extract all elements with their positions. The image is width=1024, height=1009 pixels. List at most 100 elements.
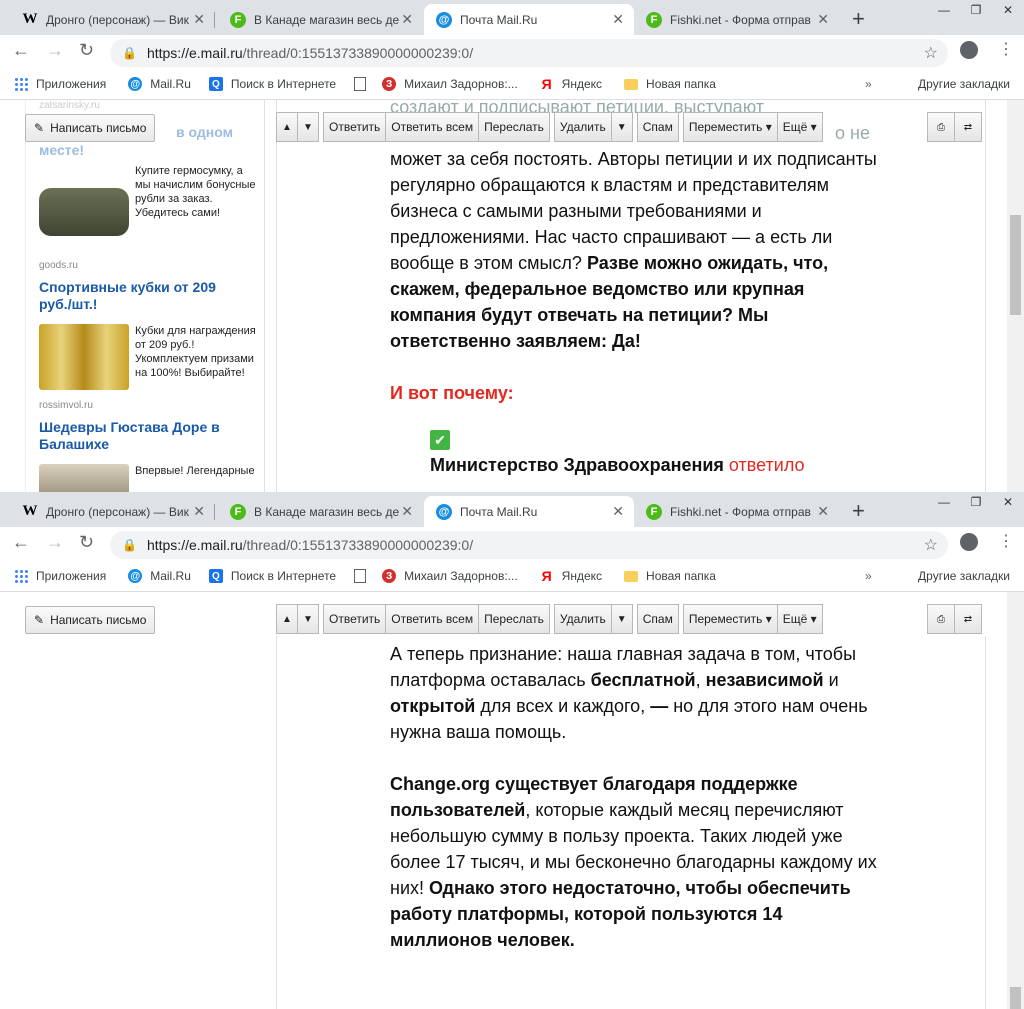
mail-toolbar: ▲ ▼ Ответить Ответить всем Переслать Уда… [276,112,823,144]
close-tab-icon[interactable]: ✕ [401,11,413,28]
tab-wikipedia[interactable]: W Дронго (персонаж) — Вик ✕ [10,496,215,527]
next-message-icon[interactable]: ▼ [297,604,319,634]
convert-icon[interactable]: ⇄ [954,112,982,142]
fishki-icon: F [646,503,662,520]
bookmark-star-icon[interactable]: ☆ [924,535,938,555]
reply-all-button[interactable]: Ответить всем [385,112,480,142]
print-icon[interactable]: ⎙ [927,112,955,142]
forward-button[interactable]: Переслать [478,112,550,142]
url-bar[interactable]: 🔒 https://e.mail.ru/thread/0:15513733890… [110,531,948,559]
bookmark-star-icon[interactable]: ☆ [924,43,938,63]
reply-all-button[interactable]: Ответить всем [385,604,480,634]
delete-dropdown-icon[interactable]: ▼ [610,604,633,634]
scrollbar-thumb[interactable] [1010,215,1021,315]
close-window-icon[interactable]: ✕ [992,492,1024,512]
bookmark-new-folder[interactable]: Новая папка [624,77,716,91]
minimize-icon[interactable]: — [928,492,960,512]
minimize-icon[interactable]: — [928,0,960,20]
message-body-bottom: А теперь признание: наша главная задача … [390,644,877,950]
forward-button[interactable]: Переслать [478,604,550,634]
spam-button[interactable]: Спам [636,112,679,142]
account-avatar-icon[interactable] [960,41,978,59]
spam-button[interactable]: Спам [636,604,679,634]
bookmark-page[interactable] [354,77,374,91]
back-icon[interactable]: ← [12,40,30,61]
ad-drybag[interactable]: zatsarinsky.ru в одном месте! Купите гер… [39,100,259,236]
tab-mailru[interactable]: @ Почта Mail.Ru ✕ [424,496,634,527]
prev-message-icon[interactable]: ▲ [276,604,298,634]
delete-button[interactable]: Удалить [553,112,612,142]
close-tab-icon[interactable]: ✕ [817,503,829,520]
back-icon[interactable]: ← [12,532,30,553]
bookmark-other[interactable]: Другие закладки [910,77,1010,91]
ad-dore[interactable]: rossimvol.ru Шедевры Гюстава Доре в Бала… [39,400,259,492]
close-tab-icon[interactable]: ✕ [193,503,205,520]
search-icon: Q [208,569,223,583]
page-scrollbar[interactable] [1007,592,1024,1009]
mail-content: ✎ Написать письмо А теперь признание: наш… [0,592,1024,1009]
bookmark-yandex[interactable]: Я Яндекс [540,76,602,92]
close-tab-icon[interactable]: ✕ [401,503,413,520]
bookmark-mailru[interactable]: @ Mail.Ru [128,569,191,583]
address-row: ← → ↻ 🔒 https://e.mail.ru/thread/0:15513… [0,35,1024,69]
menu-kebab-icon[interactable]: ⋮ [998,531,1014,551]
tab-fishki-form[interactable]: F Fishki.net - Форма отправ ✕ [634,4,839,35]
scrollbar-thumb[interactable] [1010,987,1021,1009]
url-bar[interactable]: 🔒 https://e.mail.ru/thread/0:15513733890… [110,39,948,67]
delete-dropdown-icon[interactable]: ▼ [610,112,633,142]
reload-icon[interactable]: ↻ [79,532,94,553]
close-tab-icon[interactable]: ✕ [817,11,829,28]
bookmark-search[interactable]: Q Поиск в Интернете [208,569,336,583]
close-tab-icon[interactable]: ✕ [612,11,624,28]
move-button[interactable]: Переместить ▾ [682,112,778,142]
bookmark-other[interactable]: Другие закладки [910,569,1010,583]
tab-fishki-form[interactable]: F Fishki.net - Форма отправ ✕ [634,496,839,527]
window-controls: — ❐ ✕ [928,492,1024,512]
next-message-icon[interactable]: ▼ [297,112,319,142]
forward-icon[interactable]: → [46,40,64,61]
tab-wikipedia[interactable]: W Дронго (персонаж) — Вик ✕ [10,4,215,35]
compose-button[interactable]: ✎ Написать письмо [25,114,155,142]
print-icon[interactable]: ⎙ [927,604,955,634]
close-tab-icon[interactable]: ✕ [612,503,624,520]
fishki-icon: F [646,11,662,28]
bookmark-page[interactable] [354,569,374,583]
compose-button[interactable]: ✎ Написать письмо [25,606,155,634]
convert-icon[interactable]: ⇄ [954,604,982,634]
delete-button[interactable]: Удалить [553,604,612,634]
more-button[interactable]: Ещё ▾ [776,604,823,634]
toolbar-right: ⎙ ⇄ [927,604,982,634]
tab-fishki-canada[interactable]: F В Канаде магазин весь де ✕ [218,496,423,527]
reload-icon[interactable]: ↻ [79,40,94,61]
bookmark-mailru[interactable]: @ Mail.Ru [128,77,191,91]
restore-icon[interactable]: ❐ [960,0,992,20]
tab-mailru[interactable]: @ Почта Mail.Ru ✕ [424,4,634,35]
close-window-icon[interactable]: ✕ [992,0,1024,20]
chevron-right-icon[interactable]: » [865,77,872,91]
bookmark-zadornov[interactable]: З Михаил Задорнов:... [382,569,518,583]
close-tab-icon[interactable]: ✕ [193,11,205,28]
bookmark-apps[interactable]: Приложения [14,77,106,91]
more-button[interactable]: Ещё ▾ [776,112,823,142]
reply-button[interactable]: Ответить [323,604,387,634]
move-button[interactable]: Переместить ▾ [682,604,778,634]
account-avatar-icon[interactable] [960,533,978,551]
menu-kebab-icon[interactable]: ⋮ [998,39,1014,59]
prev-message-icon[interactable]: ▲ [276,112,298,142]
reply-button[interactable]: Ответить [323,112,387,142]
new-tab-icon[interactable]: + [852,498,865,524]
bookmark-zadornov[interactable]: З Михаил Задорнов:... [382,77,518,91]
tab-fishki-canada[interactable]: F В Канаде магазин весь де ✕ [218,4,423,35]
bookmark-new-folder[interactable]: Новая папка [624,569,716,583]
ad-cups[interactable]: goods.ru Спортивные кубки от 209 руб./шт… [39,260,259,390]
bookmark-yandex[interactable]: Я Яндекс [540,568,602,584]
bookmark-search[interactable]: Q Поиск в Интернете [208,77,336,91]
chevron-right-icon[interactable]: » [865,569,872,583]
bookmark-apps[interactable]: Приложения [14,569,106,583]
forward-icon[interactable]: → [46,532,64,553]
wikipedia-icon: W [22,11,38,27]
page-scrollbar[interactable] [1007,100,1024,492]
restore-icon[interactable]: ❐ [960,492,992,512]
yandex-icon: Я [541,568,552,584]
new-tab-icon[interactable]: + [852,6,865,32]
